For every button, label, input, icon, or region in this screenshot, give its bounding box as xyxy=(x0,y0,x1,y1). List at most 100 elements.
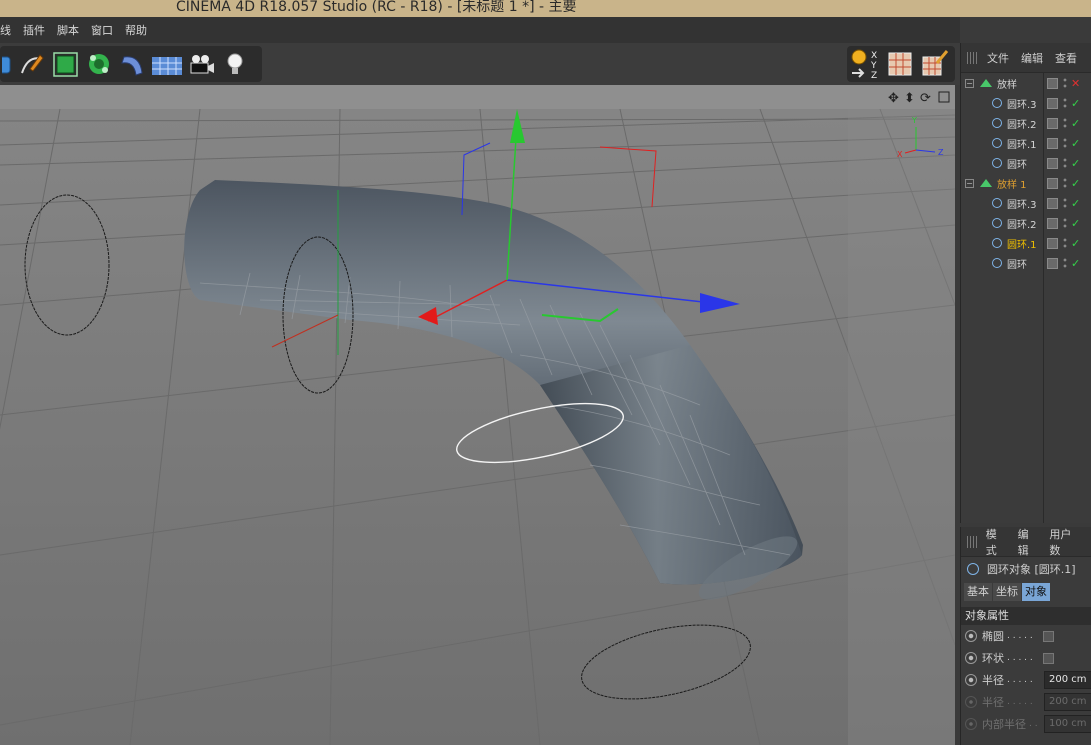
layer-tag-icon[interactable] xyxy=(1047,237,1058,249)
object-manager: 文件 编辑 查看 − 放样 ✕ 圆环.3 ✓ 圆环.2 ✓ 圆环.1 ✓ 圆环 ✓ − 放样 1 ✓ 圆环.… xyxy=(960,43,1091,523)
object-name[interactable]: 圆环.3 xyxy=(1007,96,1037,111)
menu-item-script[interactable]: 脚本 xyxy=(57,22,79,38)
expand-toggle-icon[interactable]: − xyxy=(965,78,974,88)
layer-tag-icon[interactable] xyxy=(1047,117,1058,129)
camera-icon[interactable] xyxy=(184,47,218,81)
object-row[interactable]: 圆环.2 ✓ xyxy=(961,213,1091,233)
light-bulb-icon[interactable] xyxy=(218,47,252,81)
layer-tag-icon[interactable] xyxy=(1047,217,1058,229)
animation-radio-icon[interactable] xyxy=(965,718,977,730)
object-row[interactable]: 圆环 ✓ xyxy=(961,153,1091,173)
deformer-bend-icon[interactable] xyxy=(116,47,150,81)
tab-coord[interactable]: 坐标 xyxy=(993,583,1021,601)
tab-object[interactable]: 对象 xyxy=(1022,583,1050,601)
menu-item-help[interactable]: 帮助 xyxy=(125,22,147,38)
am-menu-edit[interactable]: 编辑 xyxy=(1018,526,1038,558)
visibility-dots-icon[interactable] xyxy=(1063,157,1067,169)
visibility-dots-icon[interactable] xyxy=(1063,77,1067,89)
am-param-leader: . . . . . xyxy=(1007,675,1033,685)
visibility-dots-icon[interactable] xyxy=(1063,177,1067,189)
render-settings-icon[interactable] xyxy=(917,47,951,81)
am-param-label: 半径 xyxy=(982,674,1004,687)
pen-spline-icon[interactable] xyxy=(14,47,48,81)
om-menu-file[interactable]: 文件 xyxy=(987,50,1009,66)
am-param-row: 环状. . . . . xyxy=(961,647,1091,669)
animation-radio-icon[interactable] xyxy=(965,630,977,642)
layer-tag-icon[interactable] xyxy=(1047,257,1058,269)
object-name[interactable]: 放样 1 xyxy=(997,176,1027,191)
om-menu-edit[interactable]: 编辑 xyxy=(1021,50,1043,66)
panel-grip-icon[interactable] xyxy=(967,535,978,548)
visibility-dots-icon[interactable] xyxy=(1063,217,1067,229)
object-name[interactable]: 圆环.2 xyxy=(1007,116,1037,131)
enabled-check-icon[interactable]: ✓ xyxy=(1071,197,1080,210)
visibility-dots-icon[interactable] xyxy=(1063,137,1067,149)
visibility-dots-icon[interactable] xyxy=(1063,197,1067,209)
zoom-view-icon[interactable]: ⬍ xyxy=(904,91,915,106)
visibility-dots-icon[interactable] xyxy=(1063,257,1067,269)
object-name[interactable]: 圆环.1 xyxy=(1007,236,1037,251)
enabled-check-icon[interactable]: ✓ xyxy=(1071,97,1080,110)
panel-grip-icon[interactable] xyxy=(967,51,979,64)
layer-tag-icon[interactable] xyxy=(1047,77,1058,89)
object-name[interactable]: 圆环.3 xyxy=(1007,196,1037,211)
object-name[interactable]: 圆环 xyxy=(1007,256,1027,271)
layer-tag-icon[interactable] xyxy=(1047,137,1058,149)
nurbs-cube-icon[interactable] xyxy=(48,47,82,81)
om-menu-view[interactable]: 查看 xyxy=(1055,50,1077,66)
subdivision-icon[interactable] xyxy=(82,47,116,81)
enabled-check-icon[interactable]: ✓ xyxy=(1071,257,1080,270)
am-param-label: 椭圆 xyxy=(982,630,1004,643)
am-param-leader: . . . . . xyxy=(1007,697,1033,707)
enabled-check-icon[interactable]: ✓ xyxy=(1071,137,1080,150)
am-param-field[interactable]: 200 cm xyxy=(1044,693,1091,711)
am-param-checkbox[interactable] xyxy=(1043,652,1054,664)
object-row[interactable]: 圆环.1 ✓ xyxy=(961,133,1091,153)
object-row[interactable]: 圆环.2 ✓ xyxy=(961,113,1091,133)
animation-radio-icon[interactable] xyxy=(965,674,977,686)
layer-tag-icon[interactable] xyxy=(1047,177,1058,189)
visibility-dots-icon[interactable] xyxy=(1063,117,1067,129)
object-row[interactable]: 圆环.1 ✓ xyxy=(961,233,1091,253)
disabled-x-icon[interactable]: ✕ xyxy=(1071,77,1080,90)
render-view-icon[interactable] xyxy=(883,47,917,81)
object-name[interactable]: 圆环.1 xyxy=(1007,136,1037,151)
animation-radio-icon[interactable] xyxy=(965,652,977,664)
floor-plane-icon[interactable] xyxy=(150,47,184,81)
object-name[interactable]: 放样 xyxy=(997,76,1017,91)
enabled-check-icon[interactable]: ✓ xyxy=(1071,117,1080,130)
object-row[interactable]: − 放样 ✕ xyxy=(961,73,1091,93)
layer-tag-icon[interactable] xyxy=(1047,197,1058,209)
move-view-icon[interactable]: ✥ xyxy=(888,91,899,106)
visibility-dots-icon[interactable] xyxy=(1063,237,1067,249)
object-row[interactable]: 圆环.3 ✓ xyxy=(961,193,1091,213)
coordinate-system-icon[interactable]: X Y Z xyxy=(849,47,883,81)
object-row[interactable]: 圆环 ✓ xyxy=(961,253,1091,273)
enabled-check-icon[interactable]: ✓ xyxy=(1071,177,1080,190)
animation-radio-icon[interactable] xyxy=(965,696,977,708)
cube-icon[interactable] xyxy=(2,47,14,81)
am-menu-mode[interactable]: 模式 xyxy=(986,526,1006,558)
object-row[interactable]: − 放样 1 ✓ xyxy=(961,173,1091,193)
object-name[interactable]: 圆环 xyxy=(1007,156,1027,171)
am-param-field[interactable]: 200 cm xyxy=(1044,671,1091,689)
menu-item-plugins[interactable]: 插件 xyxy=(23,22,45,38)
tab-basic[interactable]: 基本 xyxy=(964,583,992,601)
coord-y-letter: Y xyxy=(870,61,877,71)
expand-toggle-icon[interactable]: − xyxy=(965,178,974,188)
enabled-check-icon[interactable]: ✓ xyxy=(1071,217,1080,230)
layer-tag-icon[interactable] xyxy=(1047,97,1058,109)
rotate-view-icon[interactable]: ⟳ xyxy=(920,91,931,106)
am-param-checkbox[interactable] xyxy=(1043,630,1054,642)
am-menu-userdata[interactable]: 用户数 xyxy=(1049,526,1079,558)
menu-item-spline[interactable]: 线 xyxy=(0,22,11,38)
object-name[interactable]: 圆环.2 xyxy=(1007,216,1037,231)
am-param-field[interactable]: 100 cm xyxy=(1044,715,1091,733)
layer-tag-icon[interactable] xyxy=(1047,157,1058,169)
visibility-dots-icon[interactable] xyxy=(1063,97,1067,109)
menu-item-window[interactable]: 窗口 xyxy=(91,22,113,38)
object-row[interactable]: 圆环.3 ✓ xyxy=(961,93,1091,113)
3d-viewport[interactable]: ✥ ⬍ ⟳ Y X Z xyxy=(0,85,955,745)
enabled-check-icon[interactable]: ✓ xyxy=(1071,237,1080,250)
enabled-check-icon[interactable]: ✓ xyxy=(1071,157,1080,170)
